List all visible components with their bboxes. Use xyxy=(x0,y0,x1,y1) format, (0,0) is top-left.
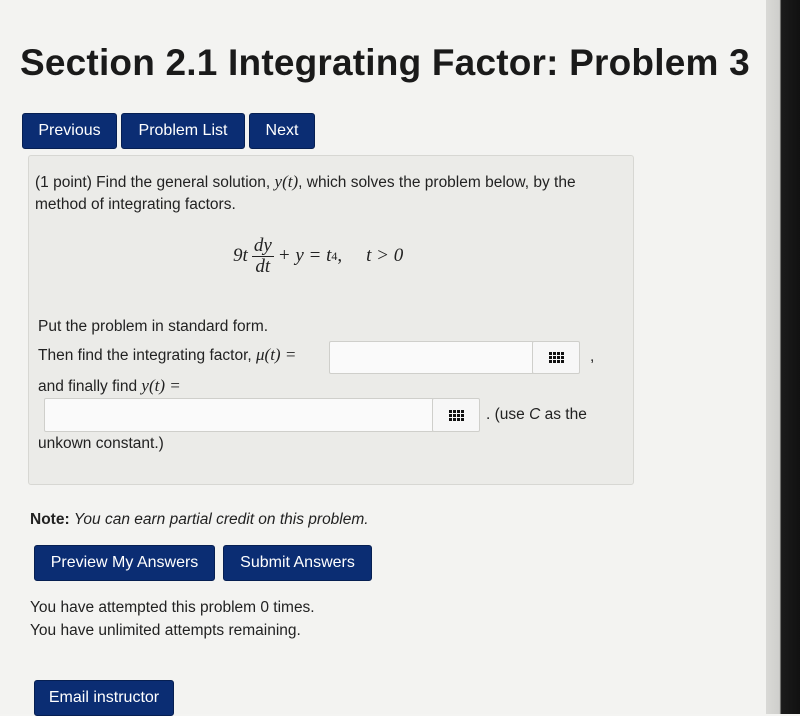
integrating-factor-palette-button[interactable] xyxy=(532,341,580,374)
finally-text: and finally find xyxy=(38,378,138,395)
submit-answers-button[interactable]: Submit Answers xyxy=(223,545,372,581)
function-y: y(t) xyxy=(274,172,299,191)
constant-c: C xyxy=(529,406,541,423)
integrating-factor-text: Then find the integrating factor, xyxy=(38,347,252,364)
unknown-constant-text: unkown constant.) xyxy=(38,435,164,452)
general-solution-palette-button[interactable] xyxy=(432,398,480,432)
eq-derivative: dy dt xyxy=(251,234,274,277)
equation-editor-grid-icon xyxy=(448,409,464,421)
use-c-suffix: as the xyxy=(544,406,587,423)
eq-numerator: dy xyxy=(253,234,272,256)
mu-label: μ(t) = xyxy=(256,345,297,364)
note-text: You can earn partial credit on this prob… xyxy=(73,511,369,528)
next-button[interactable]: Next xyxy=(249,113,315,149)
equation-editor-grid-icon xyxy=(548,352,564,363)
eq-comma: , xyxy=(337,245,343,266)
eq-rhs: + y = t xyxy=(277,245,332,266)
integrating-factor-input[interactable] xyxy=(329,341,534,374)
use-c-hint: . (use C as the xyxy=(486,403,587,426)
eq-coefficient: 9t xyxy=(233,245,248,266)
after-mu-comma: , xyxy=(590,348,595,365)
attempts-count-text: You have attempted this problem 0 times. xyxy=(30,599,315,616)
y-label: y(t) = xyxy=(141,376,181,395)
statement-prefix: (1 point) Find the general solution, xyxy=(35,174,271,191)
eq-condition: t > 0 xyxy=(366,245,404,266)
use-c-prefix: . (use xyxy=(486,406,525,423)
eq-denominator: dt xyxy=(255,255,271,277)
attempts-remaining-text: You have unlimited attempts remaining. xyxy=(30,622,301,639)
integrating-factor-prompt: Then find the integrating factor, μ(t) = xyxy=(38,343,296,367)
problem-statement-line1: (1 point) Find the general solution, y(t… xyxy=(35,170,576,194)
problem-statement-line2: method of integrating factors. xyxy=(35,196,236,213)
page: Section 2.1 Integrating Factor: Problem … xyxy=(0,0,766,716)
preview-answers-button[interactable]: Preview My Answers xyxy=(34,545,215,581)
email-instructor-button[interactable]: Email instructor xyxy=(34,680,174,716)
partial-credit-note: Note: You can earn partial credit on thi… xyxy=(30,508,369,531)
standard-form-text: Put the problem in standard form. xyxy=(38,318,269,335)
previous-button[interactable]: Previous xyxy=(22,113,117,149)
statement-suffix: , which solves the problem below, by the xyxy=(298,174,576,191)
note-label: Note: xyxy=(30,511,70,528)
general-solution-input[interactable] xyxy=(44,398,434,432)
finally-prompt: and finally find y(t) = xyxy=(38,374,181,398)
page-title: Section 2.1 Integrating Factor: Problem … xyxy=(20,42,750,83)
differential-equation: 9t dy dt + y = t4, t > 0 xyxy=(233,230,403,282)
window-edge xyxy=(766,0,800,714)
problem-list-button[interactable]: Problem List xyxy=(121,113,245,149)
